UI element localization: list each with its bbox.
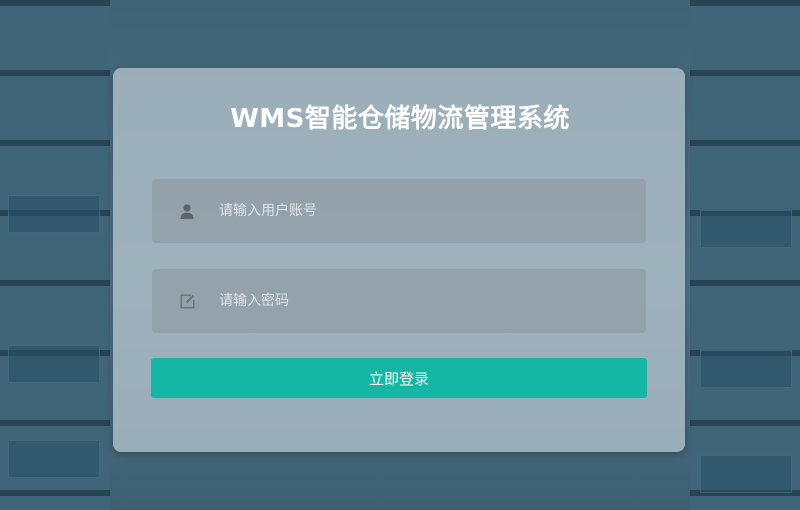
user-icon: [179, 203, 195, 219]
background-box: [700, 210, 792, 248]
page-title: WMS智能仓储物流管理系统: [230, 104, 570, 134]
background-shelf-left: [0, 0, 110, 510]
username-input[interactable]: [219, 179, 646, 243]
background-box: [700, 455, 792, 493]
password-field[interactable]: [152, 269, 646, 333]
background-box: [8, 440, 100, 478]
background-box: [8, 195, 100, 233]
username-field[interactable]: [152, 179, 646, 243]
background-box: [700, 350, 792, 388]
background-box: [8, 345, 100, 383]
login-button[interactable]: 立即登录: [151, 358, 647, 398]
password-input[interactable]: [219, 269, 646, 333]
edit-icon: [179, 293, 195, 309]
background-shelf-right: [690, 0, 800, 510]
